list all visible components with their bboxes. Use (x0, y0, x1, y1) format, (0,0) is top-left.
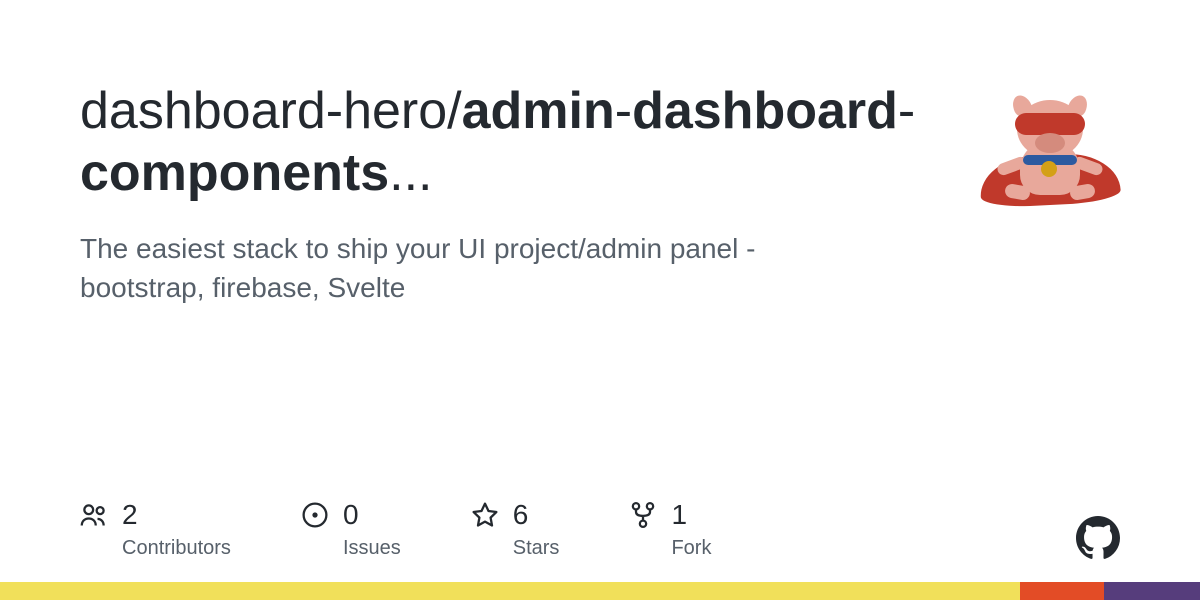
stars-label: Stars (513, 537, 560, 560)
pig-hero-icon (985, 85, 1115, 215)
people-icon (80, 501, 108, 529)
header-row: dashboard-hero/admin-dashboard-component… (80, 80, 1120, 307)
language-bar (0, 582, 1200, 600)
issue-icon (301, 501, 329, 529)
stat-forks[interactable]: 1 Fork (629, 499, 711, 560)
repo-sep2: - (898, 82, 915, 140)
stat-contributors[interactable]: 2 Contributors (80, 499, 231, 560)
title-block: dashboard-hero/admin-dashboard-component… (80, 80, 940, 307)
fork-icon (629, 501, 657, 529)
repo-sep1: - (615, 82, 632, 140)
contributors-count: 2 (122, 499, 138, 531)
repo-name-part3: components (80, 144, 389, 202)
repo-ellipsis: ... (389, 144, 432, 202)
repo-description: The easiest stack to ship your UI projec… (80, 229, 840, 307)
repo-card: dashboard-hero/admin-dashboard-component… (0, 0, 1200, 600)
repo-slash: / (447, 82, 461, 140)
repo-title[interactable]: dashboard-hero/admin-dashboard-component… (80, 80, 940, 205)
repo-name-part1: admin (462, 82, 615, 140)
stat-stars[interactable]: 6 Stars (471, 499, 560, 560)
stars-count: 6 (513, 499, 529, 531)
stat-issues[interactable]: 0 Issues (301, 499, 401, 560)
issues-count: 0 (343, 499, 359, 531)
forks-label: Fork (671, 537, 711, 560)
repo-owner: dashboard-hero (80, 82, 447, 140)
contributors-label: Contributors (122, 537, 231, 560)
repo-name-part2: dashboard (632, 82, 898, 140)
star-icon (471, 501, 499, 529)
repo-avatar[interactable] (980, 80, 1120, 220)
issues-label: Issues (343, 537, 401, 560)
forks-count: 1 (671, 499, 687, 531)
github-logo-icon[interactable] (1076, 516, 1120, 560)
stats-row: 2 Contributors 0 Issues 6 Stars (80, 499, 1120, 560)
